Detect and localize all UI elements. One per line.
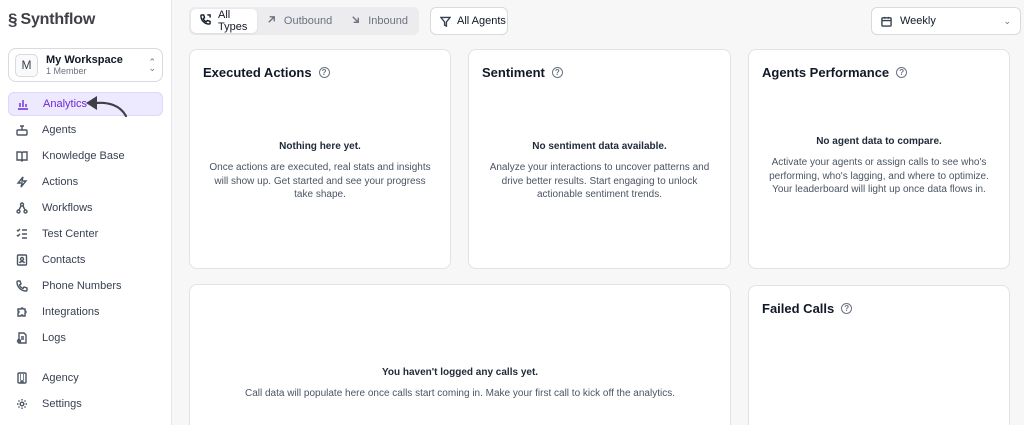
- agent-icon: [15, 123, 29, 137]
- sidebar-item-label: Agents: [42, 124, 77, 136]
- tab-label: Outbound: [283, 15, 333, 27]
- period-select[interactable]: Weekly ⌄: [871, 7, 1021, 35]
- sidebar-item-label: Agency: [42, 372, 79, 384]
- help-icon[interactable]: ?: [841, 303, 853, 314]
- sentiment-card: Sentiment ? No sentiment data available.…: [468, 49, 731, 269]
- workflow-icon: [15, 201, 29, 215]
- sidebar-item-agency[interactable]: Agency: [8, 366, 163, 390]
- workspace-name: My Workspace: [46, 53, 123, 66]
- sidebar: § Synthflow M My Workspace 1 Member ⌃ ⌄ A…: [0, 0, 172, 425]
- sidebar-nav: Analytics Agents Knowledge Base Actions …: [8, 92, 163, 418]
- sidebar-item-agents[interactable]: Agents: [8, 118, 163, 142]
- empty-state-description: Activate your agents or assign calls to …: [769, 157, 989, 195]
- sidebar-item-label: Logs: [42, 332, 66, 344]
- sidebar-item-label: Settings: [42, 398, 82, 410]
- sidebar-item-test-center[interactable]: Test Center: [8, 222, 163, 246]
- sidebar-item-label: Actions: [42, 176, 79, 188]
- logs-icon: [15, 331, 29, 345]
- filter-icon: [440, 16, 451, 27]
- period-select-value: Weekly: [900, 15, 936, 27]
- chevron-down-icon: ⌄: [1003, 15, 1011, 26]
- failed-calls-card: Failed Calls ?: [748, 285, 1010, 425]
- workspace-avatar: M: [15, 53, 38, 77]
- arrow-down-right-icon: [350, 14, 361, 28]
- sidebar-item-label: Analytics: [43, 98, 88, 110]
- tab-all-types[interactable]: All Types: [191, 9, 257, 33]
- call-type-tabs: All Types Outbound Inbound: [189, 7, 419, 35]
- synthflow-logo[interactable]: § Synthflow: [8, 10, 95, 30]
- calls-card: You haven't logged any calls yet. Call d…: [189, 284, 731, 425]
- sidebar-item-label: Knowledge Base: [42, 150, 125, 162]
- card-title: Sentiment: [482, 65, 545, 80]
- executed-actions-card: Executed Actions ? Nothing here yet. Onc…: [189, 49, 451, 269]
- arrow-up-right-icon: [266, 14, 277, 28]
- lightning-icon: [15, 175, 29, 189]
- agents-filter-button[interactable]: All Agents: [430, 7, 508, 35]
- synthflow-logo-icon: §: [8, 10, 18, 29]
- pointer-arrow-icon: [86, 96, 128, 118]
- puzzle-icon: [15, 305, 29, 319]
- sidebar-item-label: Phone Numbers: [42, 280, 122, 292]
- sidebar-item-knowledge-base[interactable]: Knowledge Base: [8, 144, 163, 168]
- sidebar-item-integrations[interactable]: Integrations: [8, 300, 163, 324]
- logo-text: Synthflow: [20, 11, 96, 28]
- empty-state-title: No sentiment data available.: [532, 141, 667, 152]
- checklist-icon: [15, 227, 29, 241]
- agents-filter-label: All Agents: [457, 15, 506, 27]
- sidebar-item-label: Workflows: [42, 202, 93, 214]
- card-title: Agents Performance: [762, 65, 890, 80]
- sidebar-item-actions[interactable]: Actions: [8, 170, 163, 194]
- phone-icon: [15, 279, 29, 293]
- card-title: Executed Actions: [203, 65, 312, 80]
- help-icon[interactable]: ?: [896, 67, 908, 78]
- empty-state-title: No agent data to compare.: [816, 136, 942, 147]
- gear-icon: [15, 397, 29, 411]
- sidebar-item-logs[interactable]: Logs: [8, 326, 163, 350]
- sidebar-item-settings[interactable]: Settings: [8, 392, 163, 416]
- empty-state-title: Nothing here yet.: [279, 141, 361, 152]
- empty-state-description: Once actions are executed, real stats an…: [209, 162, 431, 200]
- help-icon[interactable]: ?: [551, 67, 563, 78]
- tab-label: Inbound: [368, 15, 408, 27]
- book-icon: [15, 149, 29, 163]
- empty-state-description: Call data will populate here once calls …: [244, 388, 675, 399]
- building-icon: [15, 371, 29, 385]
- phone-arrows-icon: [200, 14, 211, 28]
- sidebar-item-label: Contacts: [42, 254, 86, 266]
- sidebar-item-workflows[interactable]: Workflows: [8, 196, 163, 220]
- sidebar-item-contacts[interactable]: Contacts: [8, 248, 163, 272]
- agents-performance-card: Agents Performance ? No agent data to co…: [748, 49, 1010, 269]
- contact-card-icon: [15, 253, 29, 267]
- help-icon[interactable]: ?: [318, 67, 330, 78]
- card-title: Failed Calls: [762, 301, 835, 316]
- empty-state-title: You haven't logged any calls yet.: [381, 367, 539, 378]
- workspace-members: 1 Member: [46, 65, 87, 76]
- sidebar-item-label: Integrations: [42, 306, 100, 318]
- chevron-up-down-icon: ⌃ ⌄: [148, 56, 156, 73]
- bar-chart-icon: [16, 97, 30, 111]
- calendar-icon: [881, 16, 892, 27]
- tab-inbound[interactable]: Inbound: [341, 9, 417, 33]
- tab-outbound[interactable]: Outbound: [257, 9, 341, 33]
- workspace-switcher[interactable]: M My Workspace 1 Member ⌃ ⌄: [8, 48, 163, 82]
- empty-state-description: Analyze your interactions to uncover pat…: [489, 162, 710, 200]
- sidebar-item-phone-numbers[interactable]: Phone Numbers: [8, 274, 163, 298]
- sidebar-item-label: Test Center: [42, 228, 99, 240]
- tab-label: All Types: [218, 9, 248, 33]
